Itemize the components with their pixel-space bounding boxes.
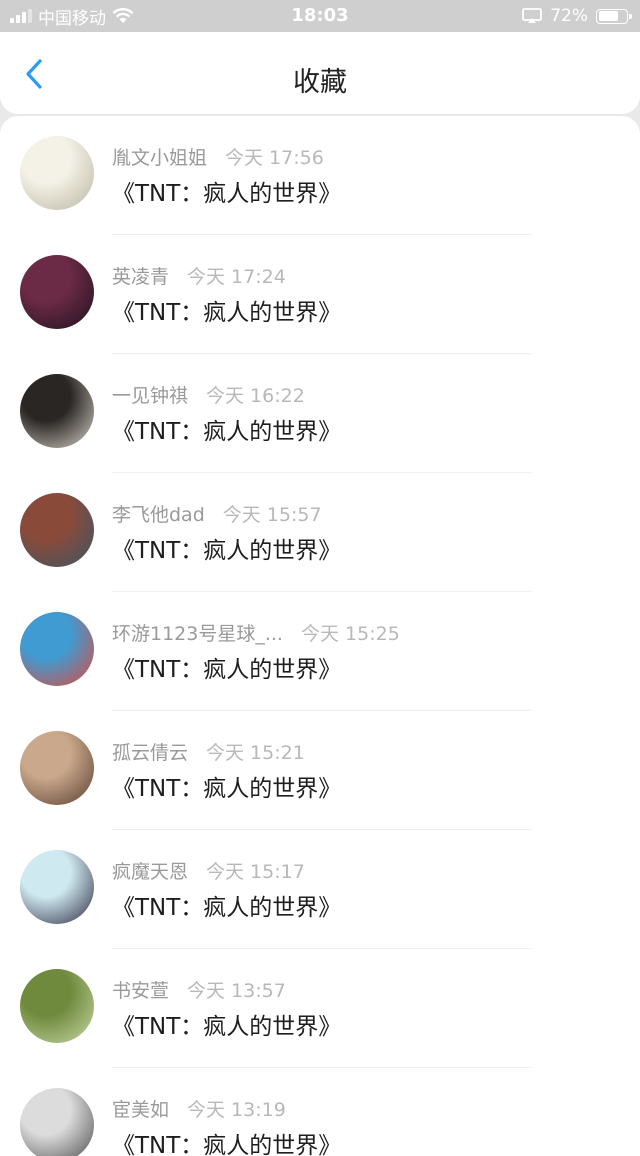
page-title: 收藏 (293, 67, 347, 98)
timestamp: 今天 15:57 (222, 504, 322, 526)
timestamp: 今天 17:56 (225, 147, 324, 169)
book-title[interactable]: 《TNT：疯人的世界》 (112, 1126, 341, 1156)
avatar[interactable] (20, 731, 94, 805)
timestamp: 今天 17:24 (187, 266, 286, 288)
user-name[interactable]: 李飞他dad (112, 504, 205, 526)
timestamp: 今天 15:17 (206, 861, 305, 883)
avatar[interactable] (20, 493, 94, 567)
status-bar: 中国移动 18:03 72% (0, 0, 640, 32)
favorites-list: 胤文小姐姐 今天 17:56 《TNT：疯人的世界》 英凌青 今天 17:24 《T… (0, 116, 640, 1156)
list-item[interactable]: 孤云倩云 今天 15:21 《TNT：疯人的世界》 (0, 711, 640, 830)
battery-icon (596, 8, 632, 24)
user-name[interactable]: 英凌青 (112, 266, 169, 288)
timestamp: 今天 13:19 (187, 1099, 286, 1121)
user-name[interactable]: 胤文小姐姐 (112, 147, 207, 169)
user-name[interactable]: 疯魔天恩 (112, 861, 188, 883)
book-title[interactable]: 《TNT：疯人的世界》 (112, 888, 341, 922)
list-item[interactable]: 一见钟祺 今天 16:22 《TNT：疯人的世界》 (0, 354, 640, 473)
book-title[interactable]: 《TNT：疯人的世界》 (112, 412, 341, 446)
user-name[interactable]: 一见钟祺 (112, 385, 188, 407)
timestamp: 今天 15:25 (300, 623, 400, 645)
list-item[interactable]: 书安萱 今天 13:57 《TNT：疯人的世界》 (0, 949, 640, 1068)
book-title[interactable]: 《TNT：疯人的世界》 (112, 1007, 341, 1041)
book-title[interactable]: 《TNT：疯人的世界》 (112, 174, 341, 208)
avatar[interactable] (20, 850, 94, 924)
timestamp: 今天 13:57 (187, 980, 286, 1002)
status-right: 72% (522, 0, 632, 32)
screen-mirror-icon (522, 8, 543, 23)
user-name[interactable]: 书安萱 (112, 980, 169, 1002)
avatar[interactable] (20, 136, 94, 210)
timestamp: 今天 15:21 (206, 742, 305, 764)
battery-percent: 72% (550, 6, 588, 26)
book-title[interactable]: 《TNT：疯人的世界》 (112, 650, 341, 684)
list-item[interactable]: 疯魔天恩 今天 15:17 《TNT：疯人的世界》 (0, 830, 640, 949)
avatar[interactable] (20, 255, 94, 329)
user-name[interactable]: 环游1123号星球_... (112, 623, 283, 645)
list-item[interactable]: 李飞他dad 今天 15:57 《TNT：疯人的世界》 (0, 473, 640, 592)
book-title[interactable]: 《TNT：疯人的世界》 (112, 293, 341, 327)
avatar[interactable] (20, 1088, 94, 1156)
list-item[interactable]: 宦美如 今天 13:19 《TNT：疯人的世界》 (0, 1068, 640, 1156)
timestamp: 今天 16:22 (206, 385, 305, 407)
book-title[interactable]: 《TNT：疯人的世界》 (112, 769, 341, 803)
list-item[interactable]: 英凌青 今天 17:24 《TNT：疯人的世界》 (0, 235, 640, 354)
list-item[interactable]: 环游1123号星球_... 今天 15:25 《TNT：疯人的世界》 (0, 592, 640, 711)
avatar[interactable] (20, 374, 94, 448)
list-item[interactable]: 胤文小姐姐 今天 17:56 《TNT：疯人的世界》 (0, 116, 640, 235)
user-name[interactable]: 孤云倩云 (112, 742, 188, 764)
nav-bar: 收藏 (0, 32, 640, 114)
user-name[interactable]: 宦美如 (112, 1099, 169, 1121)
avatar[interactable] (20, 612, 94, 686)
book-title[interactable]: 《TNT：疯人的世界》 (112, 531, 341, 565)
avatar[interactable] (20, 969, 94, 1043)
